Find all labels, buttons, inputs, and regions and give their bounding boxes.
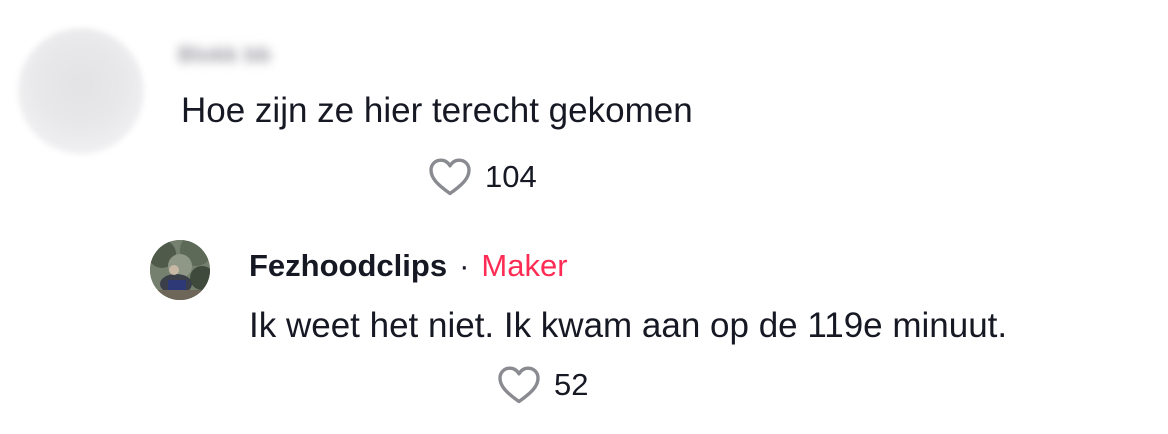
reply-text: Ik weet het niet. Ik kwam aan op de 119e… <box>249 306 1008 345</box>
avatar[interactable] <box>150 240 210 300</box>
comment-text: Hoe zijn ze hier terecht gekomen <box>181 91 693 130</box>
comment-item: Blokk bb Hoe zijn ze hier terecht gekome… <box>0 0 1168 215</box>
like-control[interactable]: 52 <box>497 363 588 407</box>
reply-item: Fezhoodclips · Maker Ik weet het niet. I… <box>0 215 1168 434</box>
comment-username[interactable]: Blokk bb <box>178 42 271 72</box>
heart-icon[interactable] <box>428 157 472 197</box>
like-control[interactable]: 104 <box>428 155 537 199</box>
like-count: 104 <box>485 159 537 194</box>
like-count: 52 <box>554 367 589 402</box>
separator-dot: · <box>459 248 470 283</box>
avatar[interactable] <box>18 28 144 154</box>
creator-badge: Maker <box>481 248 568 283</box>
reply-header: Fezhoodclips · Maker <box>249 245 568 287</box>
heart-icon[interactable] <box>497 365 541 405</box>
avatar-photo <box>150 240 210 300</box>
reply-username[interactable]: Fezhoodclips <box>249 248 447 284</box>
